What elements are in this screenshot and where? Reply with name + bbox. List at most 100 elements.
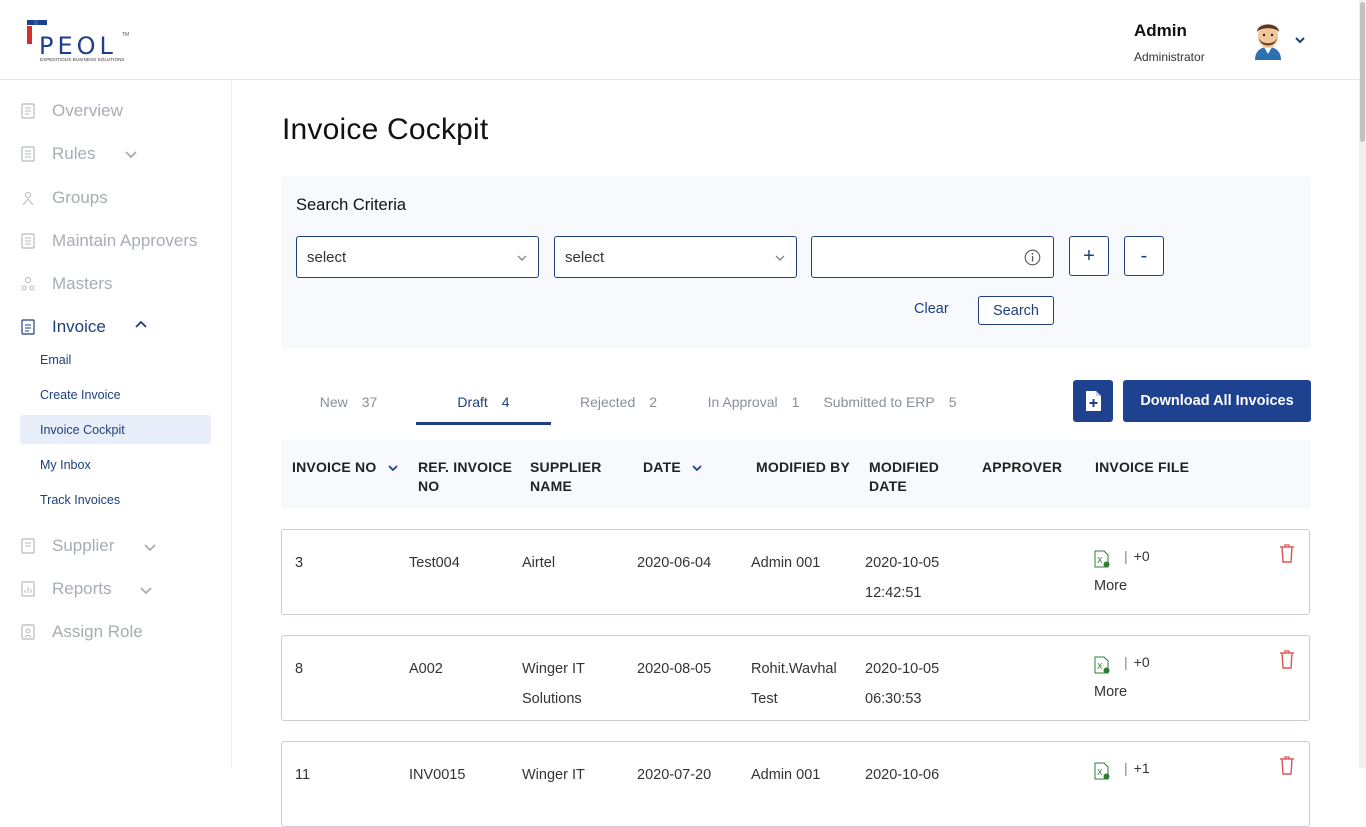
column-header-label: INVOICE FILE — [1095, 459, 1190, 475]
sidebar-item-label: Overview — [52, 101, 123, 120]
add-criteria-button[interactable]: + — [1069, 236, 1109, 276]
delete-trash-icon[interactable] — [1279, 755, 1295, 775]
excel-file-icon[interactable]: X — [1094, 656, 1110, 674]
remove-criteria-button[interactable]: - — [1124, 236, 1164, 276]
clear-button[interactable]: Clear — [914, 301, 949, 317]
download-all-invoices-button[interactable]: Download All Invoices — [1123, 380, 1311, 422]
extra-files-count: | +1 — [1124, 760, 1150, 776]
search-criteria-panel: Search Criteria select select + - Clear … — [281, 176, 1311, 348]
modified-by-line: Rohit.Wavhal — [751, 661, 837, 677]
info-icon[interactable] — [1024, 249, 1041, 266]
tab-label: Rejected — [579, 394, 636, 410]
supplier-line: Airtel — [522, 555, 556, 571]
table-row[interactable]: 8 A002 Winger IT Solutions 2020-08-05 Roh… — [281, 635, 1310, 721]
active-tab-indicator — [416, 422, 551, 425]
tab-draft[interactable]: Draft 4 — [416, 380, 551, 424]
column-header-label: MODIFIED BY — [756, 459, 850, 475]
sidebar-item-overview[interactable]: Overview — [20, 98, 123, 124]
separator: | — [1124, 760, 1128, 776]
tab-count: 4 — [501, 394, 510, 410]
subitem-label: Email — [40, 352, 72, 367]
new-invoice-file-button[interactable] — [1073, 380, 1113, 422]
user-menu-chevron-down-icon[interactable] — [1293, 33, 1307, 47]
cell-invoice-no: 11 — [295, 767, 311, 783]
scrollbar-thumb[interactable] — [1360, 2, 1365, 142]
sidebar-item-maintain-approvers[interactable]: Maintain Approvers — [20, 228, 198, 254]
separator: | — [1124, 548, 1128, 564]
search-button[interactable]: Search — [978, 296, 1054, 325]
tab-in-approval[interactable]: In Approval 1 — [686, 380, 821, 424]
subitem-label: Create Invoice — [40, 387, 121, 402]
column-header-label: NAME — [530, 478, 573, 494]
report-icon — [20, 581, 36, 597]
column-header-label: NO — [418, 478, 440, 494]
cell-modified-by: Admin 001 — [751, 548, 820, 578]
sidebar-subitem-track-invoices[interactable]: Track Invoices — [20, 485, 211, 514]
column-header-modified-by: MODIFIED BY — [756, 458, 850, 477]
sort-chevron-down-icon[interactable] — [387, 462, 399, 474]
extra-count: +1 — [1133, 760, 1150, 776]
column-header-date[interactable]: DATE — [643, 458, 703, 477]
page-scrollbar[interactable] — [1359, 0, 1366, 768]
subitem-label: Track Invoices — [40, 492, 121, 507]
table-row[interactable]: 11 INV0015 Winger IT 2020-07-20 Admin 00… — [281, 741, 1310, 827]
tab-count: 1 — [791, 394, 800, 410]
sidebar-item-assign-role[interactable]: Assign Role — [20, 619, 143, 645]
list-icon — [20, 146, 36, 162]
separator: | — [1124, 654, 1128, 670]
document-icon — [20, 103, 36, 119]
supplier-line: Winger IT — [522, 661, 585, 677]
modified-time: 06:30:53 — [865, 691, 922, 707]
user-role-icon — [20, 624, 36, 640]
excel-file-icon[interactable]: X — [1094, 550, 1110, 568]
criteria-operator-select[interactable]: select — [554, 236, 797, 278]
cell-invoice-no: 3 — [295, 555, 304, 571]
document-icon — [20, 538, 36, 554]
sort-chevron-down-icon[interactable] — [691, 462, 703, 474]
cell-supplier: Airtel — [522, 548, 555, 578]
avatar[interactable] — [1250, 18, 1286, 60]
sidebar-item-masters[interactable]: Masters — [20, 271, 112, 297]
cell-modified-date: 2020-10-05 12:42:51 — [865, 548, 939, 608]
modified-time: 12:42:51 — [865, 585, 922, 601]
more-files-link[interactable]: More — [1094, 578, 1127, 594]
sidebar-subitem-email[interactable]: Email — [20, 345, 211, 374]
sidebar-subitem-my-inbox[interactable]: My Inbox — [20, 450, 211, 479]
reports-chevron-down-icon[interactable] — [139, 583, 153, 597]
rules-chevron-down-icon[interactable] — [124, 147, 138, 161]
tab-label: In Approval — [707, 394, 778, 410]
column-header-label: DATE — [643, 459, 681, 475]
supplier-chevron-down-icon[interactable] — [143, 540, 157, 554]
sidebar-item-reports[interactable]: Reports — [20, 576, 112, 602]
sidebar-item-label: Invoice — [52, 317, 106, 336]
column-header-label: DATE — [869, 478, 907, 494]
cell-invoice-no: 8 — [295, 661, 304, 677]
extra-files-count: | +0 — [1124, 548, 1150, 564]
table-row[interactable]: 3 Test004 Airtel 2020-06-04 Admin 001 20… — [281, 529, 1310, 615]
invoice-chevron-up-icon[interactable] — [134, 318, 148, 332]
column-header-label: APPROVER — [982, 459, 1063, 475]
delete-trash-icon[interactable] — [1279, 543, 1295, 563]
tab-count: 2 — [649, 394, 658, 410]
sidebar-item-label: Rules — [52, 144, 96, 163]
tab-rejected[interactable]: Rejected 2 — [551, 380, 686, 424]
more-files-link[interactable]: More — [1094, 684, 1127, 700]
column-header-invoice-no[interactable]: INVOICE NO — [292, 458, 399, 477]
sidebar-item-invoice[interactable]: Invoice — [20, 314, 106, 340]
cell-modified-by: Admin 001 — [751, 767, 821, 783]
sidebar-item-groups[interactable]: Groups — [20, 185, 108, 211]
tab-new[interactable]: New 37 — [281, 380, 416, 424]
excel-file-icon[interactable]: X — [1094, 762, 1110, 780]
criteria-value-input[interactable] — [811, 236, 1054, 278]
delete-trash-icon[interactable] — [1279, 649, 1295, 669]
tab-submitted-to-erp[interactable]: Submitted to ERP 5 — [816, 380, 964, 424]
brand-logo[interactable]: PEOL TM EXPEDITIOUS BUSINESS SOLUTIONS — [27, 20, 137, 66]
sidebar-subitem-invoice-cockpit[interactable]: Invoice Cockpit — [20, 415, 211, 444]
sidebar-item-label: Groups — [52, 188, 108, 207]
sidebar-item-rules[interactable]: Rules — [20, 141, 95, 167]
sidebar-subitem-create-invoice[interactable]: Create Invoice — [20, 380, 211, 409]
modified-by-line: Admin 001 — [751, 555, 821, 571]
column-header-label: REF. INVOICE — [418, 459, 513, 475]
criteria-field-select[interactable]: select — [296, 236, 539, 278]
sidebar-item-supplier[interactable]: Supplier — [20, 533, 114, 559]
